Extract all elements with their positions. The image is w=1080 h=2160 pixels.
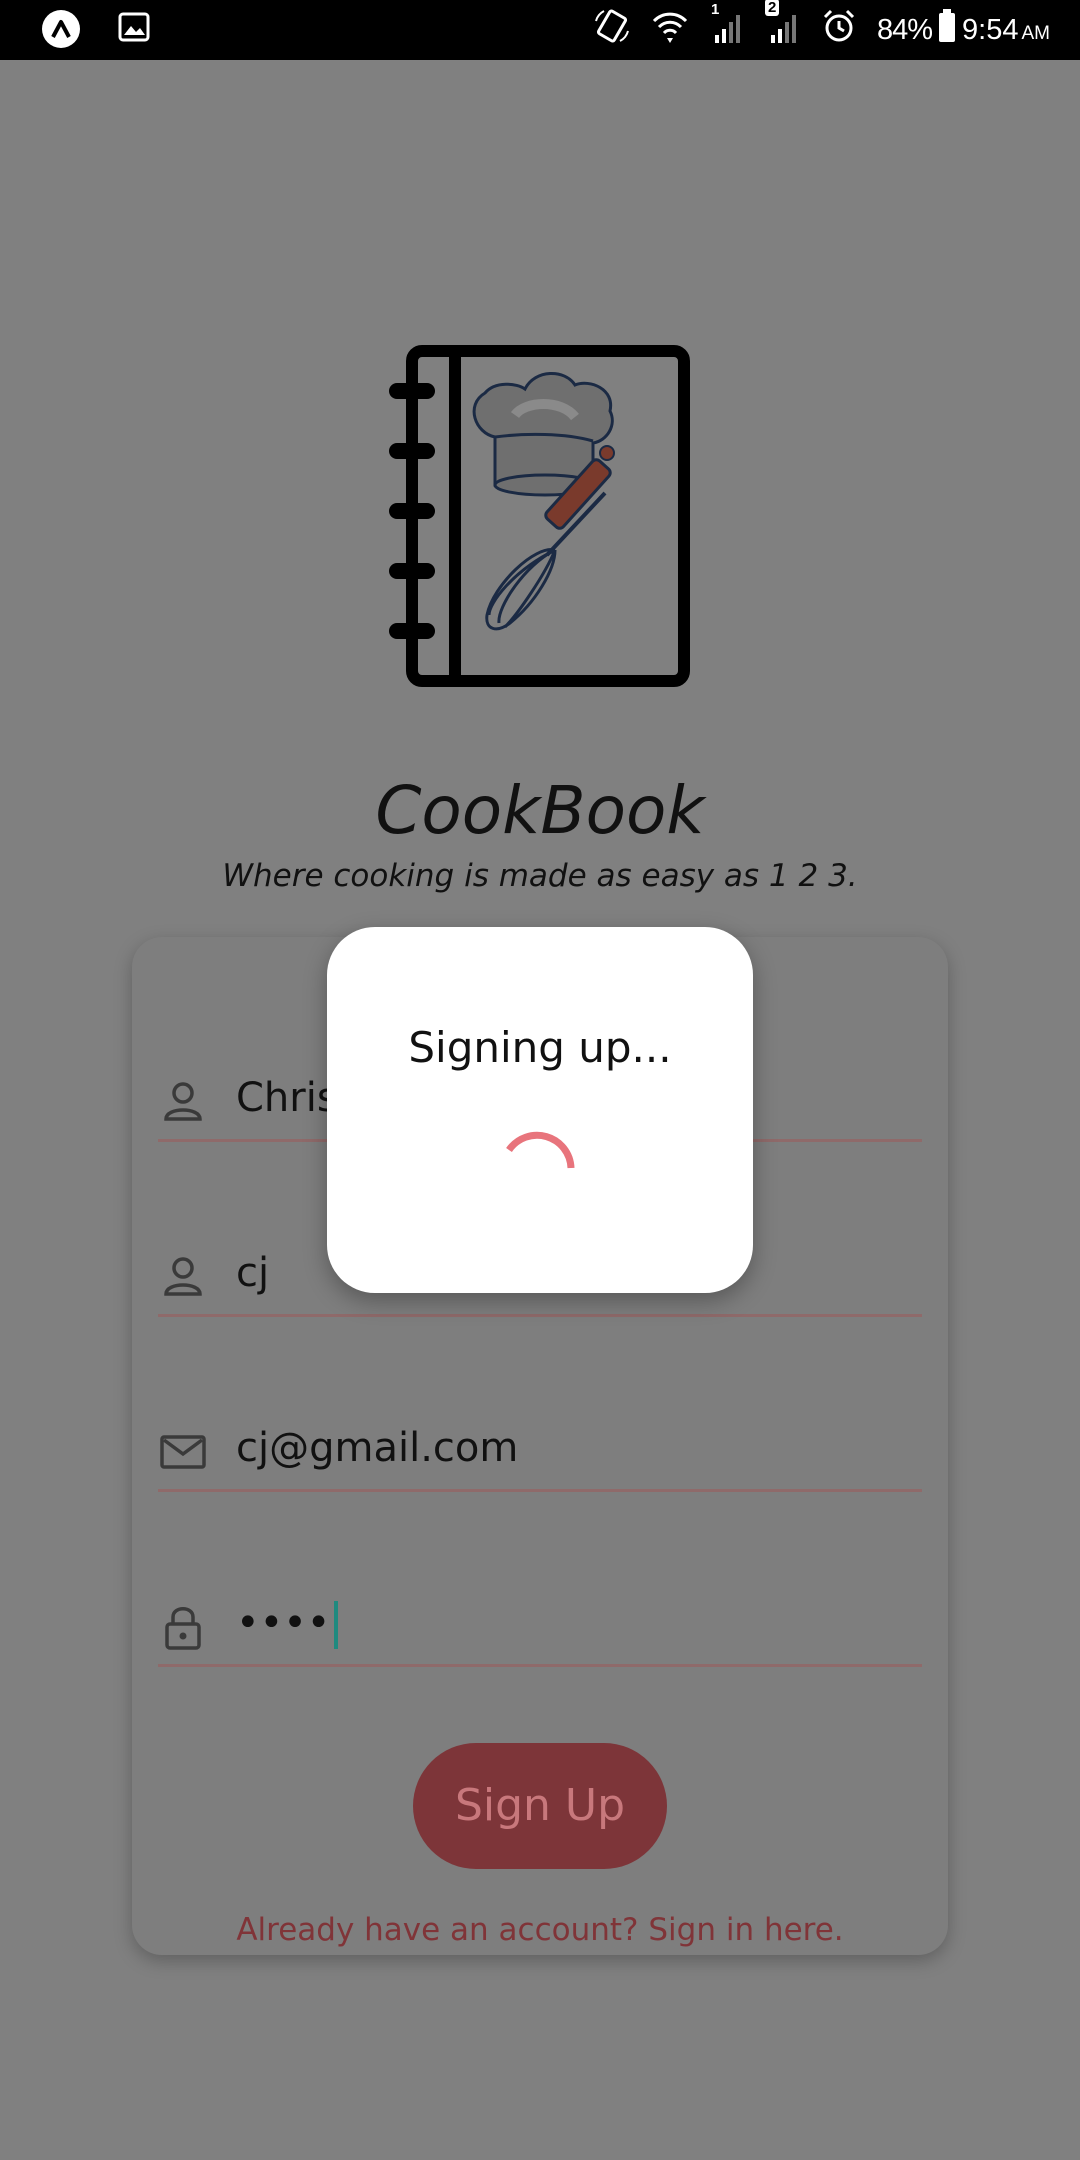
username-input-value[interactable]: cj xyxy=(236,1250,269,1296)
clock: 9:54 AM xyxy=(962,14,1050,47)
mail-icon xyxy=(158,1427,208,1477)
clock-time: 9:54 xyxy=(962,13,1019,46)
app-title: CookBook xyxy=(375,772,705,849)
signal-sim2-icon: 2 xyxy=(765,0,801,53)
wifi-icon xyxy=(651,7,689,53)
person-icon xyxy=(158,1077,208,1127)
sim1-label: 1 xyxy=(711,1,720,18)
signal-sim1-icon: 1 xyxy=(709,1,745,53)
text-caret xyxy=(334,1601,339,1649)
name-input-value[interactable]: Chris xyxy=(236,1075,338,1121)
signin-link[interactable]: Already have an account? Sign in here. xyxy=(132,1912,948,1948)
password-dots: •••• xyxy=(236,1600,331,1646)
cookbook-logo xyxy=(385,345,695,745)
clock-ampm: AM xyxy=(1021,22,1051,44)
loading-spinner-icon xyxy=(506,1131,575,1169)
status-bar: 1 2 84% 9:54 AM xyxy=(0,0,1080,60)
person-icon xyxy=(158,1252,208,1302)
password-input-value[interactable]: •••• xyxy=(236,1600,339,1649)
email-field[interactable]: cj@gmail.com xyxy=(158,1419,922,1492)
alarm-icon xyxy=(821,8,857,52)
app-notification-icon xyxy=(42,10,80,48)
sim2-label: 2 xyxy=(765,0,780,16)
signup-button[interactable]: Sign Up xyxy=(413,1743,667,1869)
password-field[interactable]: •••• xyxy=(158,1594,922,1667)
dialog-message: Signing up... xyxy=(408,1023,672,1072)
battery-icon xyxy=(938,9,956,51)
battery-percent: 84% xyxy=(877,13,933,46)
rotate-icon xyxy=(593,7,631,53)
lock-icon xyxy=(158,1602,208,1652)
image-notification-icon xyxy=(118,11,150,48)
app-tagline: Where cooking is made as easy as 1 2 3. xyxy=(222,858,858,894)
signing-up-dialog: Signing up... xyxy=(327,927,753,1293)
email-input-value[interactable]: cj@gmail.com xyxy=(236,1425,518,1471)
